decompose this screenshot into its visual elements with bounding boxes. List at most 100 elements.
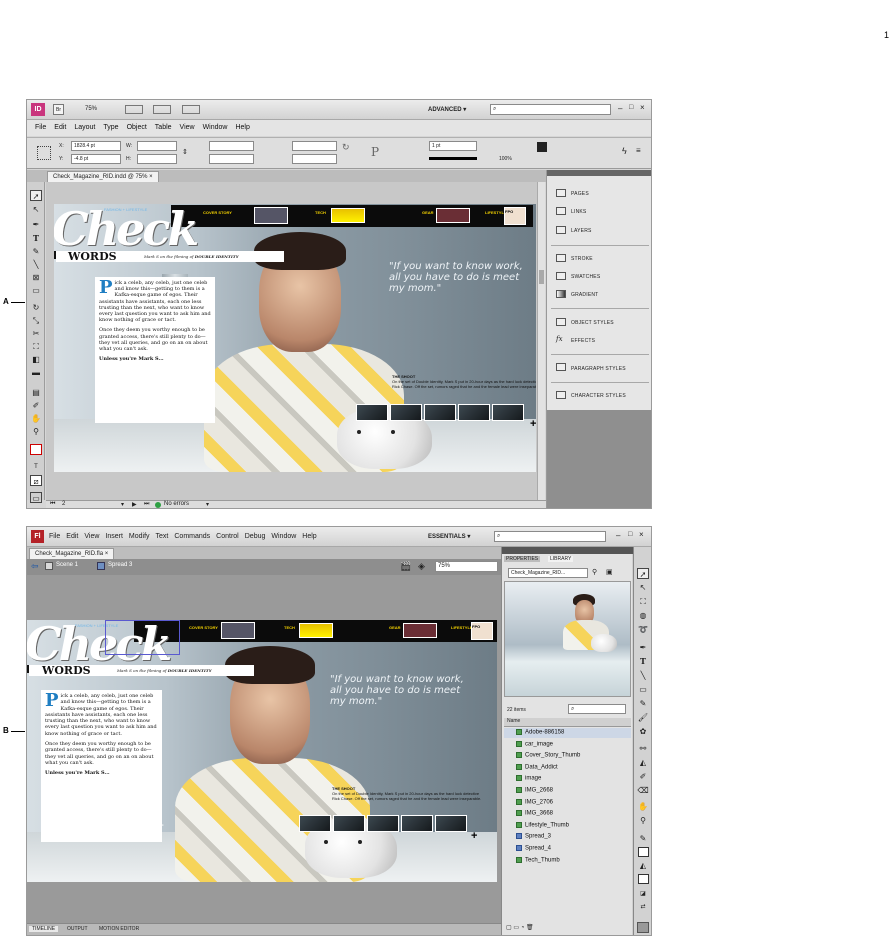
library-item[interactable]: Cover_Story_Thumb — [516, 752, 580, 759]
fill-stroke-swatch-icon[interactable] — [30, 444, 42, 455]
black-white-icon[interactable]: ◪ — [637, 889, 649, 900]
panel-links[interactable]: LINKS — [571, 209, 586, 215]
lightning-icon[interactable]: ϟ — [622, 146, 627, 156]
pencil-tool-icon[interactable]: ✎ — [30, 246, 42, 257]
stroke-weight-field[interactable]: 1 pt — [429, 141, 477, 151]
library-item[interactable]: Data_Addict — [516, 763, 558, 770]
apply-none-icon[interactable]: ⧄ — [30, 475, 42, 486]
library-item[interactable]: IMG_2668 — [516, 787, 553, 794]
library-item[interactable]: image — [516, 775, 541, 782]
free-transform-tool-icon[interactable]: ⛶ — [30, 341, 42, 352]
fill-icon[interactable] — [537, 142, 547, 152]
rotate-tool-icon[interactable]: ↻ — [30, 302, 42, 313]
flash-line-tool-icon[interactable]: ╲ — [637, 670, 649, 681]
flash-pencil-tool-icon[interactable]: ✎ — [637, 698, 649, 709]
formatting-container-icon[interactable]: T — [30, 462, 42, 473]
flash-menu-edit[interactable]: Edit — [66, 533, 78, 540]
flash-eyedropper-tool-icon[interactable]: ✐ — [637, 771, 649, 782]
library-item[interactable]: IMG_2706 — [516, 798, 553, 805]
y-field[interactable]: -4.8 pt — [71, 154, 121, 164]
pen-tool-icon[interactable]: ✒ — [30, 219, 42, 230]
rectangle-frame-tool-icon[interactable]: ⊠ — [30, 272, 42, 283]
stage-body-text-frame[interactable]: P ick a celeb, any celeb, just one celeb… — [41, 690, 162, 842]
flash-zoom-tool-icon[interactable]: ⚲ — [637, 815, 649, 826]
tab-library[interactable]: LIBRARY — [548, 556, 574, 562]
panel-pages[interactable]: PAGES — [571, 191, 589, 197]
library-item[interactable]: car_image — [516, 740, 553, 747]
swap-colors-icon[interactable]: ⇄ — [637, 902, 649, 913]
flash-menu-window[interactable]: Window — [271, 533, 296, 540]
flash-menu-text[interactable]: Text — [156, 533, 169, 540]
snap-to-objects-icon[interactable] — [637, 922, 649, 933]
zoom-tool-icon[interactable]: ⚲ — [30, 426, 42, 437]
flash-subselection-tool-icon[interactable]: ↖ — [637, 582, 649, 593]
flash-maximize-icon[interactable]: □ — [628, 531, 632, 538]
minimize-icon[interactable]: – — [618, 104, 622, 113]
flash-hand-tool-icon[interactable]: ✋ — [637, 801, 649, 812]
tab-output[interactable]: OUTPUT — [67, 926, 88, 932]
delete-icon[interactable]: 🗑 — [526, 925, 534, 931]
eyedropper-tool-icon[interactable]: ✐ — [30, 400, 42, 411]
stroke-color-swatch[interactable] — [638, 847, 649, 857]
shear-field[interactable] — [292, 154, 337, 164]
flash-zoom-select[interactable]: 75% — [435, 561, 498, 572]
flash-document-tab[interactable]: Check_Magazine_RID.fla × — [29, 548, 115, 559]
workspace-switcher[interactable]: ADVANCED ▾ — [428, 106, 466, 113]
opacity-field[interactable]: 100% — [499, 156, 512, 162]
library-search-input[interactable]: ⌕ — [568, 704, 626, 714]
document-tab[interactable]: Check_Magazine_RID.indd @ 75% × — [47, 171, 159, 182]
scale-y-field[interactable] — [209, 154, 254, 164]
stroke-color-icon[interactable]: ✎ — [637, 833, 649, 844]
brush-tool-icon[interactable]: 🖌 — [637, 712, 649, 723]
panel-gradient[interactable]: GRADIENT — [571, 292, 598, 298]
next-page-icon[interactable]: ▶ — [132, 501, 137, 508]
w-field[interactable] — [137, 141, 177, 151]
panel-swatches[interactable]: SWATCHES — [571, 274, 600, 280]
flash-menu-insert[interactable]: Insert — [105, 533, 123, 540]
paint-bucket-tool-icon[interactable]: ◭ — [637, 757, 649, 768]
library-item[interactable]: Spread_4 — [516, 845, 551, 852]
flash-menu-file[interactable]: File — [49, 533, 60, 540]
library-name-header[interactable]: Name — [504, 718, 631, 727]
flash-close-icon[interactable]: × — [639, 530, 644, 539]
library-item[interactable]: Spread_3 — [516, 833, 551, 840]
text-frame-icon[interactable]: P — [371, 145, 379, 159]
edit-symbols-icon[interactable]: ◈ — [418, 561, 425, 572]
body-text-frame[interactable]: P ick a celeb, any celeb, just one celeb… — [95, 277, 215, 423]
fill-color-swatch[interactable] — [638, 874, 649, 884]
menu-help[interactable]: Help — [235, 120, 249, 136]
flash-menu-debug[interactable]: Debug — [245, 533, 266, 540]
vertical-scroll-thumb[interactable] — [539, 270, 544, 284]
search-input[interactable]: ⌕ — [490, 104, 611, 115]
new-symbol-icon[interactable]: ▢ — [506, 925, 512, 931]
tab-timeline[interactable]: TIMELINE — [29, 926, 59, 932]
line-tool-icon[interactable]: ╲ — [30, 259, 42, 270]
flash-selection-tool-icon[interactable]: ➚ — [637, 568, 649, 579]
type-tool-icon[interactable]: T — [30, 233, 42, 244]
preflight-menu-icon[interactable]: ▾ — [206, 501, 209, 508]
tab-motion-editor[interactable]: MOTION EDITOR — [99, 926, 139, 932]
selection-tool-icon[interactable]: ➚ — [30, 190, 42, 201]
scale-tool-icon[interactable]: ⤡ — [30, 315, 42, 326]
view-options-icon[interactable] — [125, 105, 143, 114]
menu-view[interactable]: View — [180, 120, 195, 136]
panel-effects[interactable]: EFFECTS — [571, 338, 595, 344]
scissors-tool-icon[interactable]: ✂ — [30, 328, 42, 339]
rotate-icon[interactable]: ↻ — [342, 142, 350, 153]
pin-library-icon[interactable]: ⚲ — [592, 568, 597, 576]
page-number-field[interactable]: 2 — [62, 501, 65, 507]
bone-tool-icon[interactable]: ⚯ — [637, 743, 649, 754]
zoom-select[interactable]: 75% — [85, 106, 97, 112]
flash-minimize-icon[interactable]: – — [616, 531, 620, 540]
flash-rectangle-tool-icon[interactable]: ▭ — [637, 684, 649, 695]
flash-menu-modify[interactable]: Modify — [129, 533, 150, 540]
rotation-field[interactable] — [292, 141, 337, 151]
hand-tool-icon[interactable]: ✋ — [30, 413, 42, 424]
note-tool-icon[interactable]: ▤ — [30, 387, 42, 398]
new-library-panel-icon[interactable]: ▣ — [606, 568, 613, 576]
flash-pen-tool-icon[interactable]: ✒ — [637, 642, 649, 653]
3d-rotation-tool-icon[interactable]: ◍ — [637, 610, 649, 621]
flash-search-input[interactable]: ⌕ — [494, 531, 606, 542]
library-item[interactable]: Adobe-886158 — [516, 729, 564, 736]
arrange-documents-icon[interactable] — [182, 105, 200, 114]
